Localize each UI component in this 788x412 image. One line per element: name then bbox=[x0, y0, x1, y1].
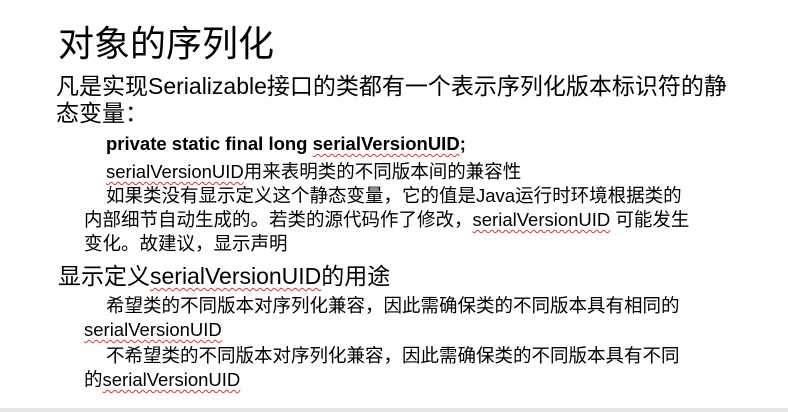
default-line-2: 内部细节自动生成的。若类的源代码作了修改，serialVersionUID 可能… bbox=[84, 208, 689, 232]
code-suffix: ; bbox=[459, 133, 466, 154]
code-prefix: private static final long bbox=[106, 133, 313, 154]
default-line-3: 变化。故建议，显示声明 bbox=[84, 233, 288, 254]
heading-2-uid: serialVersionUID bbox=[150, 263, 322, 289]
purpose-rest: 用来表明类的不同版本间的兼容性 bbox=[243, 161, 522, 182]
purpose-uid: serialVersionUID bbox=[106, 161, 244, 182]
heading-2: 显示定义serialVersionUID的用途 bbox=[58, 262, 390, 290]
compat-line-1: 希望类的不同版本对序列化兼容，因此需确保类的不同版本具有相同的 bbox=[106, 295, 680, 316]
purpose-line: serialVersionUID用来表明类的不同版本间的兼容性 bbox=[106, 160, 521, 184]
compat-line-2-uid: serialVersionUID bbox=[84, 319, 222, 340]
code-uid: serialVersionUID bbox=[312, 133, 460, 154]
slide-title: 对象的序列化 bbox=[58, 23, 275, 64]
heading-2-pre: 显示定义 bbox=[58, 263, 150, 289]
default-line-1: 如果类没有显示定义这个静态变量，它的值是Java运行时环境根据类的 bbox=[106, 185, 682, 206]
bottom-edge bbox=[0, 408, 788, 412]
slide: 对象的序列化 凡是实现Serializable接口的类都有一个表示序列化版本标识… bbox=[0, 0, 788, 412]
heading-2-post: 的用途 bbox=[321, 263, 391, 289]
intro-line-2: 态变量： bbox=[56, 100, 148, 126]
intro-line-1: 凡是实现Serializable接口的类都有一个表示序列化版本标识符的静 bbox=[56, 73, 727, 99]
incompat-line-1: 不希望类的不同版本对序列化兼容，因此需确保类的不同版本具有不同 bbox=[106, 345, 680, 366]
incompat-line-2-uid: serialVersionUID bbox=[102, 369, 241, 390]
default-line-2-pre: 内部细节自动生成的。若类的源代码作了修改， bbox=[84, 209, 473, 230]
incompat-line-2: 的serialVersionUID bbox=[84, 368, 240, 392]
code-declaration: private static final long serialVersionU… bbox=[106, 132, 466, 156]
incompat-line-2-pre: 的 bbox=[84, 369, 103, 390]
compat-line-2: serialVersionUID bbox=[84, 318, 222, 342]
default-line-2-uid: serialVersionUID bbox=[472, 209, 611, 230]
default-line-2-post: 可能发生 bbox=[610, 209, 690, 230]
